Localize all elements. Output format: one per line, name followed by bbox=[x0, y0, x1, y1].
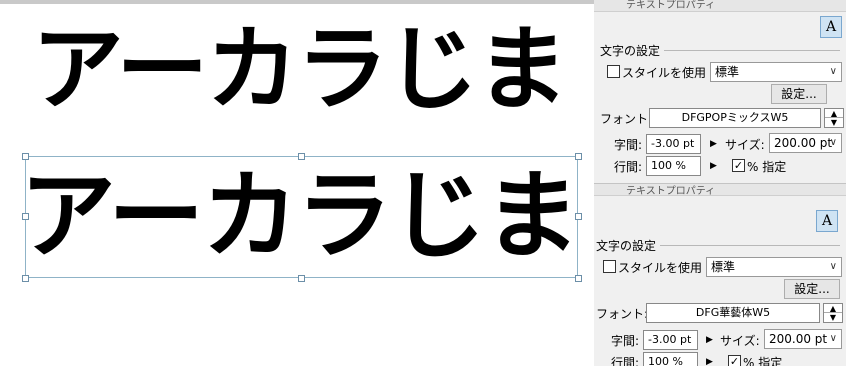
style-select[interactable]: 標準 ∨ bbox=[710, 62, 842, 82]
resize-handle-bottom[interactable] bbox=[298, 275, 305, 282]
leading-field[interactable]: 100 % bbox=[646, 156, 701, 176]
resize-handle-bottom-right[interactable] bbox=[575, 275, 582, 282]
font-stepper[interactable]: ▲ ▼ bbox=[823, 303, 843, 323]
chevron-down-icon: ∨ bbox=[829, 66, 837, 77]
percent-checkbox[interactable]: ✓ bbox=[732, 159, 745, 172]
style-select[interactable]: 標準 ∨ bbox=[706, 257, 842, 277]
spin-down-icon[interactable]: ▼ bbox=[824, 313, 842, 322]
percent-label: % 指定 bbox=[743, 356, 783, 366]
percent-checkbox[interactable]: ✓ bbox=[728, 355, 741, 366]
size-select-value: 200.00 pt bbox=[769, 332, 828, 346]
section-character-settings: 文字の設定 bbox=[596, 237, 840, 254]
use-style-checkbox[interactable] bbox=[607, 65, 620, 78]
chevron-down-icon: ∨ bbox=[829, 261, 837, 272]
size-select[interactable]: 200.00 pt ∨ bbox=[764, 329, 842, 349]
text-frame-icon[interactable]: A bbox=[820, 16, 842, 38]
percent-label: % 指定 bbox=[747, 160, 787, 174]
sample-text-top: アーカラじま bbox=[31, 16, 568, 123]
arrow-right-icon[interactable]: ▶ bbox=[706, 357, 713, 366]
size-select[interactable]: 200.00 pt ∨ bbox=[769, 133, 842, 153]
section-label: 文字の設定 bbox=[600, 42, 665, 59]
font-field[interactable]: DFGPOPミックスW5 bbox=[649, 108, 821, 128]
arrow-right-icon[interactable]: ▶ bbox=[710, 161, 717, 171]
resize-handle-top[interactable] bbox=[298, 153, 305, 160]
spin-up-icon[interactable]: ▲ bbox=[825, 109, 843, 118]
style-select-value: 標準 bbox=[715, 65, 740, 79]
panel-title: テキストプロパティ bbox=[626, 0, 716, 11]
section-character-settings: 文字の設定 bbox=[600, 42, 840, 59]
spin-down-icon[interactable]: ▼ bbox=[825, 118, 843, 127]
text-frame-icon[interactable]: A bbox=[816, 210, 838, 232]
kerning-field[interactable]: -3.00 pt bbox=[646, 134, 701, 154]
font-stepper[interactable]: ▲ ▼ bbox=[824, 108, 844, 128]
canvas-top-edge bbox=[0, 0, 598, 4]
use-style-label: スタイルを使用 bbox=[618, 261, 703, 275]
kerning-label: 字間: bbox=[611, 334, 640, 348]
font-label: フォント: bbox=[600, 112, 653, 126]
text-properties-panel-bottom: テキストプロパティ A 文字の設定 スタイルを使用 標準 ∨ 設定... フォン… bbox=[594, 183, 846, 366]
leading-label: 行間: bbox=[611, 356, 640, 366]
arrow-right-icon[interactable]: ▶ bbox=[706, 335, 713, 345]
size-label: サイズ: bbox=[725, 138, 765, 152]
use-style-label: スタイルを使用 bbox=[622, 66, 707, 80]
chevron-down-icon: ∨ bbox=[829, 137, 837, 148]
spin-up-icon[interactable]: ▲ bbox=[824, 304, 842, 313]
panel-title: テキストプロパティ bbox=[626, 186, 716, 197]
use-style-checkbox[interactable] bbox=[603, 260, 616, 273]
settings-button[interactable]: 設定... bbox=[771, 84, 827, 104]
settings-button[interactable]: 設定... bbox=[784, 279, 840, 299]
resize-handle-top-right[interactable] bbox=[575, 153, 582, 160]
kerning-field[interactable]: -3.00 pt bbox=[643, 330, 698, 350]
font-label: フォント: bbox=[596, 307, 649, 321]
panel-title-bar[interactable]: テキストプロパティ bbox=[594, 0, 846, 12]
font-field[interactable]: DFG華藝体W5 bbox=[646, 303, 820, 323]
text-properties-panel-top: テキストプロパティ A 文字の設定 スタイルを使用 標準 ∨ 設定... フォン… bbox=[594, 0, 846, 190]
resize-handle-bottom-left[interactable] bbox=[22, 275, 29, 282]
style-select-value: 標準 bbox=[711, 260, 736, 274]
arrow-right-icon[interactable]: ▶ bbox=[710, 139, 717, 149]
sample-text-bottom: アーカラじま bbox=[19, 160, 580, 272]
leading-label: 行間: bbox=[614, 160, 643, 174]
size-select-value: 200.00 pt bbox=[774, 136, 833, 150]
panel-title-bar[interactable]: テキストプロパティ bbox=[594, 184, 846, 197]
size-label: サイズ: bbox=[720, 334, 760, 348]
section-label: 文字の設定 bbox=[596, 237, 661, 254]
chevron-down-icon: ∨ bbox=[829, 333, 837, 344]
kerning-label: 字間: bbox=[614, 138, 643, 152]
leading-field[interactable]: 100 % bbox=[643, 352, 698, 366]
resize-handle-top-left[interactable] bbox=[22, 153, 29, 160]
